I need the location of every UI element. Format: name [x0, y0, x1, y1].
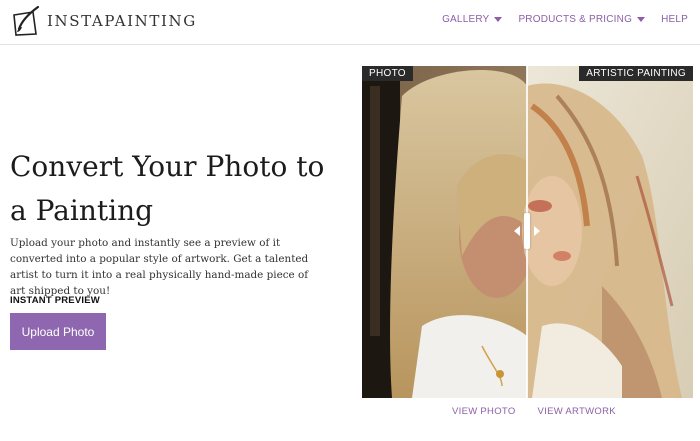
main-nav: GALLERY PRODUCTS & PRICING HELP: [442, 14, 688, 25]
paintbrush-canvas-icon: [13, 5, 40, 36]
site-header: INSTAPAINTING GALLERY PRODUCTS & PRICING…: [0, 0, 700, 45]
chevron-down-icon: [637, 17, 646, 22]
arrow-left-icon: [514, 226, 520, 236]
page-title: Convert Your Photo to a Painting: [10, 150, 325, 227]
nav-products-pricing[interactable]: PRODUCTS & PRICING: [518, 14, 646, 25]
slider-handle[interactable]: [514, 213, 540, 249]
view-photo-link[interactable]: VIEW PHOTO: [452, 406, 516, 417]
instant-preview-label: INSTANT PREVIEW: [10, 295, 100, 306]
chevron-down-icon: [494, 17, 503, 22]
view-artwork-link[interactable]: VIEW ARTWORK: [538, 406, 616, 417]
photo-tag: PHOTO: [362, 66, 413, 81]
drag-handle-icon: [524, 213, 530, 249]
artistic-painting-tag: ARTISTIC PAINTING: [579, 66, 693, 81]
upload-photo-button[interactable]: Upload Photo: [10, 313, 106, 350]
nav-gallery[interactable]: GALLERY: [442, 14, 503, 25]
comparison-viewer[interactable]: PHOTO ARTISTIC PAINTING: [362, 66, 693, 398]
nav-help[interactable]: HELP: [661, 14, 688, 25]
logo[interactable]: INSTAPAINTING: [11, 4, 197, 38]
nav-products-pricing-label: PRODUCTS & PRICING: [518, 14, 633, 25]
view-links: VIEW PHOTO VIEW ARTWORK: [452, 406, 616, 417]
brand-name: INSTAPAINTING: [47, 12, 197, 30]
nav-gallery-label: GALLERY: [442, 14, 490, 25]
arrow-right-icon: [534, 226, 540, 236]
nav-help-label: HELP: [661, 14, 688, 25]
hero-description: Upload your photo and instantly see a pr…: [10, 237, 309, 297]
